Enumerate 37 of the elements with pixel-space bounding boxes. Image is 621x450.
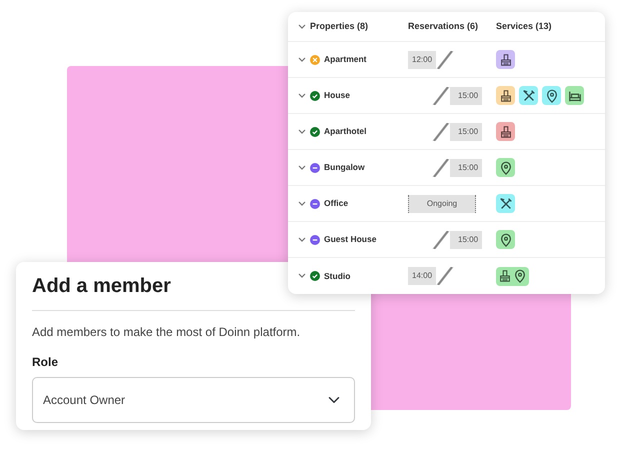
property-name: Office bbox=[324, 197, 348, 210]
card-title: Add a member bbox=[32, 274, 171, 298]
chevron-icon bbox=[298, 236, 306, 242]
reservation-time: 15:00 bbox=[450, 158, 482, 176]
property-name: House bbox=[324, 89, 350, 102]
card-description: Add members to make the most of Doinn platform. bbox=[32, 324, 302, 341]
reservation-time: 14:00 bbox=[408, 267, 436, 285]
diagonal-edge-icon bbox=[436, 267, 454, 285]
column-header: Properties (8) bbox=[310, 20, 368, 33]
property-name: Bungalow bbox=[324, 161, 365, 174]
reservation-time: 12:00 bbox=[408, 50, 436, 68]
chevron-icon bbox=[298, 200, 306, 206]
chevron-icon bbox=[298, 92, 306, 98]
diagonal-edge-icon bbox=[432, 230, 450, 248]
diagonal-edge-icon bbox=[436, 50, 454, 68]
field-label: Role bbox=[32, 354, 60, 371]
chevron-icon bbox=[298, 164, 306, 170]
column-header: Services (13) bbox=[496, 20, 552, 31]
reservation-time: 15:00 bbox=[450, 86, 482, 104]
role-dropdown[interactable]: Account Owner bbox=[32, 377, 355, 423]
reservation-time: 15:00 bbox=[450, 230, 482, 248]
reservation-time: 15:00 bbox=[450, 122, 482, 140]
pin-icon bbox=[513, 269, 527, 283]
property-name: Studio bbox=[324, 270, 350, 282]
broom-icon bbox=[498, 269, 512, 283]
reservation-status: Ongoing bbox=[408, 194, 476, 212]
property-name: Guest House bbox=[324, 233, 376, 246]
diagonal-edge-icon bbox=[432, 86, 450, 104]
chevron-icon bbox=[298, 24, 306, 30]
chevron-icon bbox=[298, 128, 306, 134]
property-name: Apartment bbox=[324, 53, 367, 66]
diagonal-edge-icon bbox=[432, 122, 450, 140]
property-name: Aparthotel bbox=[324, 125, 366, 138]
chevron-icon bbox=[298, 56, 306, 62]
column-header: Reservations (6) bbox=[408, 20, 478, 31]
diagonal-edge-icon bbox=[432, 158, 450, 176]
chevron-icon bbox=[298, 273, 306, 279]
